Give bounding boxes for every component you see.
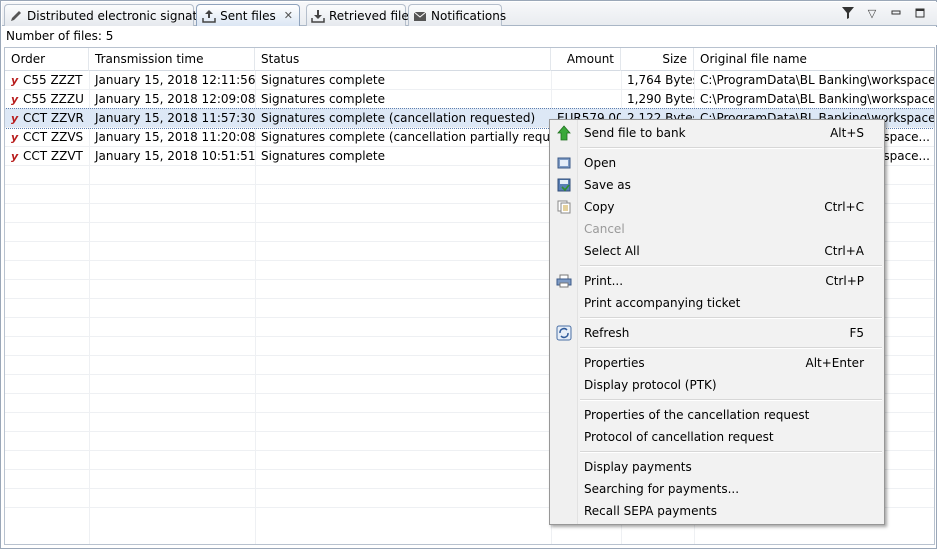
order-type-icon: y bbox=[11, 131, 19, 144]
filter-icon[interactable] bbox=[841, 6, 855, 20]
menu-item-send-to-bank[interactable]: Send file to bank Alt+S bbox=[550, 122, 884, 144]
printer-icon bbox=[556, 273, 572, 289]
order-type-icon: y bbox=[11, 93, 19, 106]
column-header-amount[interactable]: Amount bbox=[551, 48, 621, 71]
open-folder-icon bbox=[556, 155, 572, 171]
tab-sent-files[interactable]: Sent files ✕ bbox=[196, 4, 300, 26]
view-toolbar: ▽ bbox=[841, 6, 927, 20]
column-header-size[interactable]: Size bbox=[621, 48, 694, 71]
column-header-file[interactable]: Original file name bbox=[694, 48, 934, 71]
table-header: Order Transmission time Status Amount Si… bbox=[5, 48, 934, 71]
column-header-status[interactable]: Status bbox=[255, 48, 551, 71]
tab-label: Retrieved files bbox=[329, 8, 415, 23]
maximize-icon[interactable] bbox=[913, 6, 927, 20]
menu-item-print-ticket[interactable]: Print accompanying ticket bbox=[550, 292, 884, 314]
menu-item-display-protocol[interactable]: Display protocol (PTK) bbox=[550, 374, 884, 396]
pen-icon bbox=[9, 8, 23, 24]
refresh-icon bbox=[556, 325, 572, 341]
table-row[interactable]: yC55 ZZZU January 15, 2018 12:09:08 PM S… bbox=[5, 90, 934, 109]
menu-item-cancellation-protocol[interactable]: Protocol of cancellation request bbox=[550, 426, 884, 448]
download-icon bbox=[311, 8, 325, 24]
column-header-order[interactable]: Order bbox=[5, 48, 89, 71]
order-type-icon: y bbox=[11, 112, 19, 125]
tab-label: Distributed electronic signature bbox=[27, 8, 217, 23]
tab-label: Notifications bbox=[431, 8, 507, 23]
menu-item-display-payments[interactable]: Display payments bbox=[550, 456, 884, 478]
envelope-icon bbox=[413, 8, 427, 24]
order-type-icon: y bbox=[11, 74, 19, 87]
table-row[interactable]: yC55 ZZZT January 15, 2018 12:11:56 PM S… bbox=[5, 71, 934, 90]
menu-item-cancellation-properties[interactable]: Properties of the cancellation request bbox=[550, 404, 884, 426]
close-icon[interactable]: ✕ bbox=[284, 9, 293, 22]
menu-item-properties[interactable]: Properties Alt+Enter bbox=[550, 352, 884, 374]
save-icon bbox=[556, 177, 572, 193]
tab-bar: Distributed electronic signature Sent fi… bbox=[2, 2, 937, 26]
upload-icon bbox=[201, 8, 216, 24]
main-frame: Distributed electronic signature Sent fi… bbox=[0, 0, 937, 549]
menu-item-save-as[interactable]: Save as bbox=[550, 174, 884, 196]
menu-item-copy[interactable]: Copy Ctrl+C bbox=[550, 196, 884, 218]
menu-item-open[interactable]: Open bbox=[550, 152, 884, 174]
copy-icon bbox=[556, 199, 572, 215]
tab-distributed-signature[interactable]: Distributed electronic signature bbox=[4, 4, 217, 26]
tab-retrieved-files[interactable]: Retrieved files bbox=[306, 4, 415, 26]
tab-label: Sent files bbox=[220, 8, 276, 23]
order-type-icon: y bbox=[11, 150, 19, 163]
context-menu: Send file to bank Alt+S Open Save as Cop… bbox=[549, 119, 885, 525]
tab-notifications[interactable]: Notifications bbox=[408, 4, 506, 26]
column-header-time[interactable]: Transmission time bbox=[89, 48, 255, 71]
minimize-icon[interactable] bbox=[889, 6, 903, 20]
menu-item-cancel: Cancel bbox=[584, 222, 625, 236]
menu-item-search-payments[interactable]: Searching for payments... bbox=[550, 478, 884, 500]
menu-item-print[interactable]: Print... Ctrl+P bbox=[550, 270, 884, 292]
view-menu-icon[interactable]: ▽ bbox=[865, 6, 879, 20]
file-count: Number of files: 5 bbox=[2, 27, 937, 45]
send-arrow-icon bbox=[556, 125, 572, 141]
menu-item-recall-sepa[interactable]: Recall SEPA payments bbox=[550, 500, 884, 522]
menu-item-refresh[interactable]: Refresh F5 bbox=[550, 322, 884, 344]
menu-item-select-all[interactable]: Select All Ctrl+A bbox=[550, 240, 884, 262]
